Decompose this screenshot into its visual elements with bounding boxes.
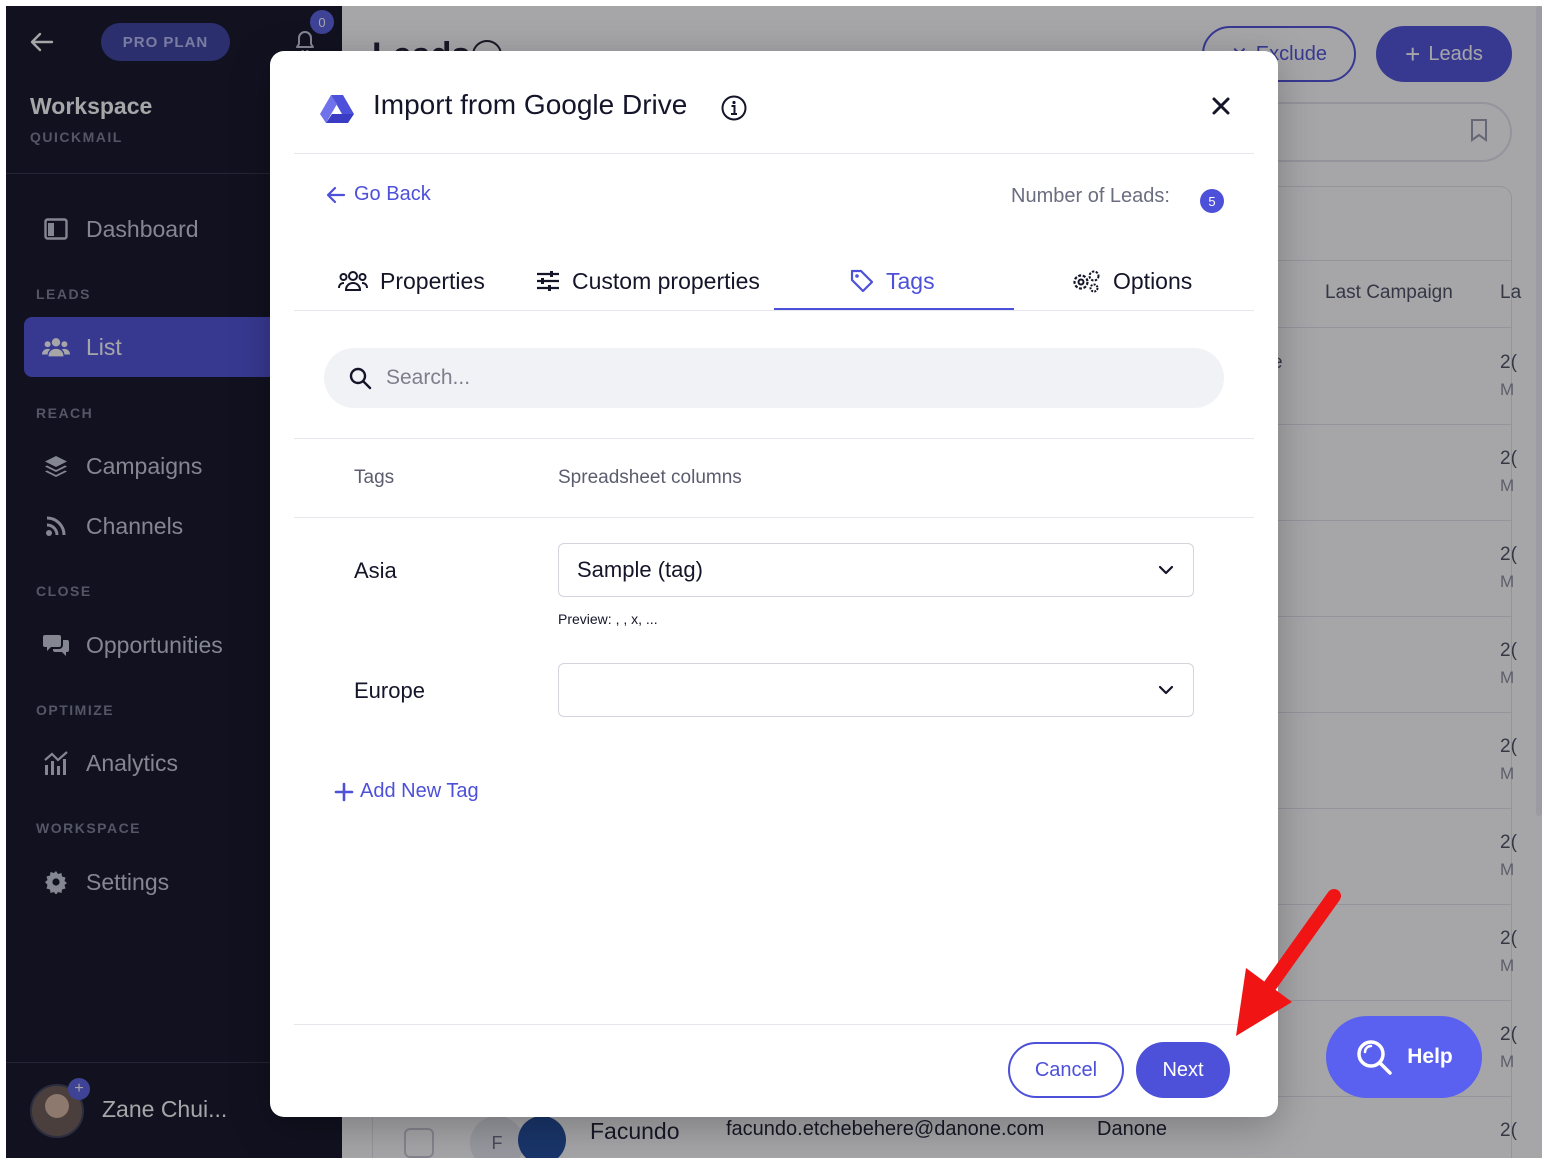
column-header-tags: Tags xyxy=(354,467,395,488)
add-new-tag-link[interactable]: Add New Tag xyxy=(334,780,479,803)
tab-custom-properties[interactable]: Custom properties xyxy=(536,256,760,306)
tag-name-asia: Asia xyxy=(354,558,397,583)
help-label: Help xyxy=(1407,1045,1453,1068)
sliders-icon xyxy=(537,271,559,291)
select-value: Sample (tag) xyxy=(577,557,703,582)
modal-title: Import from Google Drive xyxy=(373,89,688,120)
modal-divider xyxy=(294,153,1254,154)
search-input[interactable] xyxy=(386,366,1186,390)
lead-count-label: Number of Leads: xyxy=(1011,185,1170,207)
app-window: PRO PLAN 0 Workspace QUICKMAIL Dashboard… xyxy=(6,6,1542,1158)
modal-divider xyxy=(294,310,1254,311)
tag-icon xyxy=(850,269,874,293)
tab-options[interactable]: Options xyxy=(1071,256,1192,306)
tag-name-europe: Europe xyxy=(354,678,425,703)
column-preview: Preview: , , x, ... xyxy=(558,611,658,627)
go-back-label: Go Back xyxy=(354,183,431,205)
modal-divider xyxy=(294,438,1254,439)
import-modal: Import from Google Drive Go Back Number … xyxy=(270,51,1278,1117)
search-icon xyxy=(1357,1040,1392,1075)
info-icon[interactable] xyxy=(721,95,747,121)
go-back-link[interactable]: Go Back xyxy=(326,183,431,206)
tab-label: Tags xyxy=(886,267,935,294)
tag-search-bar[interactable] xyxy=(324,348,1224,408)
tab-tags[interactable]: Tags xyxy=(850,256,935,306)
column-select-europe[interactable] xyxy=(558,663,1194,717)
tab-label: Properties xyxy=(380,267,485,294)
modal-divider xyxy=(294,1024,1254,1025)
lead-count-badge: 5 xyxy=(1200,189,1224,213)
tab-label: Options xyxy=(1113,267,1193,294)
add-new-tag-label: Add New Tag xyxy=(360,780,479,802)
chevron-down-icon xyxy=(1158,565,1174,575)
close-icon[interactable] xyxy=(1210,95,1232,117)
cancel-button[interactable]: Cancel xyxy=(1008,1042,1124,1098)
next-button[interactable]: Next xyxy=(1136,1042,1230,1098)
tab-properties[interactable]: Properties xyxy=(338,256,485,306)
column-header-spreadsheet: Spreadsheet columns xyxy=(558,467,742,488)
page-scrollbar[interactable] xyxy=(1536,6,1542,816)
annotation-arrow-icon xyxy=(1236,889,1341,1036)
chevron-down-icon xyxy=(1158,685,1174,695)
column-select-asia[interactable]: Sample (tag) xyxy=(558,543,1194,597)
google-drive-icon xyxy=(320,95,354,123)
plus-icon xyxy=(334,782,354,801)
search-icon xyxy=(349,367,372,390)
arrow-left-icon xyxy=(326,186,346,203)
tab-label: Custom properties xyxy=(572,267,760,294)
modal-divider xyxy=(294,517,1254,518)
users-icon xyxy=(338,271,368,291)
gears-icon xyxy=(1073,270,1100,293)
